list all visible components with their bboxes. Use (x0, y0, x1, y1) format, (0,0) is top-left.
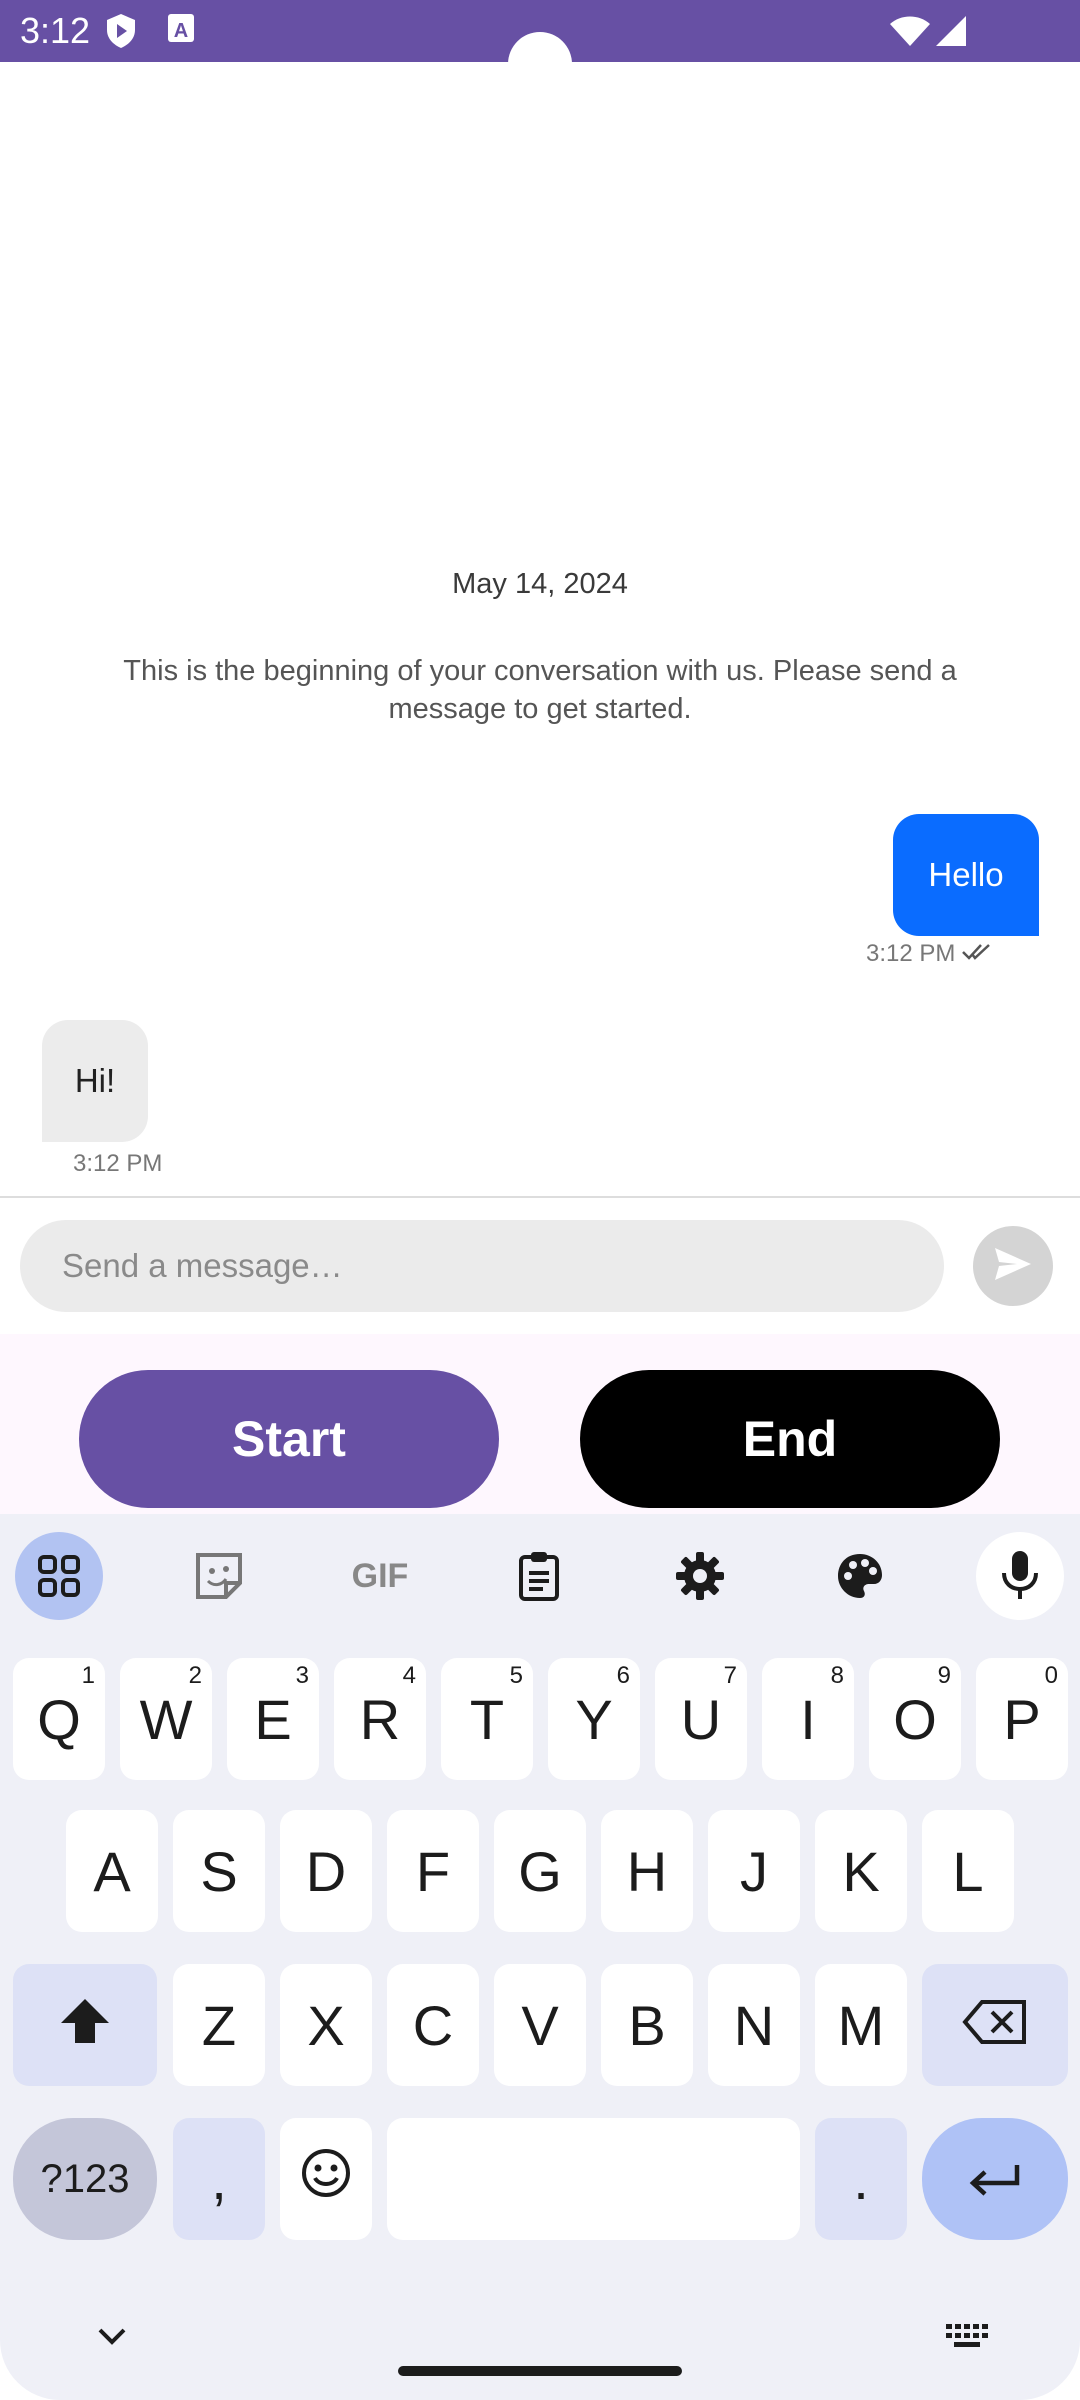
key-a[interactable]: A (66, 1810, 158, 1932)
sticker-icon[interactable] (175, 1532, 263, 1620)
key-m[interactable]: M (815, 1964, 907, 2086)
mic-icon[interactable] (976, 1532, 1064, 1620)
key-g[interactable]: G (494, 1810, 586, 1932)
status-bar: 3:12 A (0, 0, 1080, 96)
conversation-date: May 14, 2024 (452, 568, 628, 600)
apps-grid-icon[interactable] (15, 1532, 103, 1620)
key-d[interactable]: D (280, 1810, 372, 1932)
key-f[interactable]: F (387, 1810, 479, 1932)
clipboard-icon[interactable] (495, 1532, 583, 1620)
incoming-message-bubble[interactable]: Hi! (42, 1020, 148, 1142)
shift-icon (59, 1993, 111, 2058)
key-t[interactable]: T5 (441, 1658, 533, 1780)
send-button[interactable] (973, 1226, 1053, 1306)
send-icon (993, 1246, 1033, 1287)
backspace-key[interactable] (922, 1964, 1068, 2086)
home-indicator[interactable] (398, 2366, 682, 2376)
shift-key[interactable] (13, 1964, 157, 2086)
status-time: 3:12 (20, 10, 91, 51)
chevron-down-icon (92, 2328, 132, 2352)
outgoing-message-meta: 3:12 PM (866, 940, 993, 968)
key-k[interactable]: K (815, 1810, 907, 1932)
message-time: 3:12 PM (73, 1150, 163, 1177)
palette-icon[interactable] (816, 1532, 904, 1620)
keyboard-icon (944, 2324, 992, 2354)
double-check-icon (961, 942, 993, 967)
hide-keyboard-button[interactable] (92, 2324, 132, 2353)
svg-text:A: A (174, 20, 188, 42)
backspace-icon (962, 1993, 1028, 2058)
key-e[interactable]: E3 (227, 1658, 319, 1780)
space-key[interactable] (387, 2118, 800, 2240)
action-bar: Start End (0, 1334, 1080, 1514)
comma-key[interactable]: , (173, 2118, 265, 2240)
message-text: Hi! (74, 1062, 116, 1099)
key-v[interactable]: V (494, 1964, 586, 2086)
message-input[interactable] (20, 1220, 944, 1312)
key-s[interactable]: S (173, 1810, 265, 1932)
key-r[interactable]: R4 (334, 1658, 426, 1780)
enter-icon (967, 2147, 1023, 2212)
key-b[interactable]: B (601, 1964, 693, 2086)
key-y[interactable]: Y6 (548, 1658, 640, 1780)
end-button[interactable]: End (580, 1370, 1000, 1508)
key-h[interactable]: H (601, 1810, 693, 1932)
gif-label: GIF (351, 1556, 409, 1595)
key-w[interactable]: W2 (120, 1658, 212, 1780)
key-p[interactable]: P0 (976, 1658, 1068, 1780)
period-key[interactable]: . (815, 2118, 907, 2240)
text-a-icon: A (166, 12, 196, 51)
key-j[interactable]: J (708, 1810, 800, 1932)
gif-icon[interactable]: GIF (335, 1532, 425, 1620)
key-i[interactable]: I8 (762, 1658, 854, 1780)
symbols-key[interactable]: ?123 (13, 2118, 157, 2240)
message-time: 3:12 PM (866, 940, 956, 967)
signal-icon (934, 14, 968, 53)
wifi-icon (888, 14, 932, 53)
settings-icon[interactable] (656, 1532, 744, 1620)
keyboard: GIF Q1 W2 E3 R4 T5 Y6 U7 I8 O9 P0 A S D … (0, 1514, 1080, 2400)
message-composer (0, 1196, 1080, 1336)
key-x[interactable]: X (280, 1964, 372, 2086)
key-l[interactable]: L (922, 1810, 1014, 1932)
key-u[interactable]: U7 (655, 1658, 747, 1780)
key-o[interactable]: O9 (869, 1658, 961, 1780)
message-text: Hello (928, 856, 1004, 893)
camera-cutout (508, 32, 572, 96)
enter-key[interactable] (922, 2118, 1068, 2240)
emoji-key[interactable] (280, 2118, 372, 2240)
start-button[interactable]: Start (79, 1370, 499, 1508)
key-q[interactable]: Q1 (13, 1658, 105, 1780)
key-z[interactable]: Z (173, 1964, 265, 2086)
emoji-icon (300, 2147, 352, 2212)
key-n[interactable]: N (708, 1964, 800, 2086)
shield-play-icon (104, 12, 138, 55)
keyboard-switch-button[interactable] (944, 2322, 992, 2355)
key-c[interactable]: C (387, 1964, 479, 2086)
outgoing-message-bubble[interactable]: Hello (893, 814, 1039, 936)
conversation-intro: This is the beginning of your conversati… (123, 655, 957, 725)
